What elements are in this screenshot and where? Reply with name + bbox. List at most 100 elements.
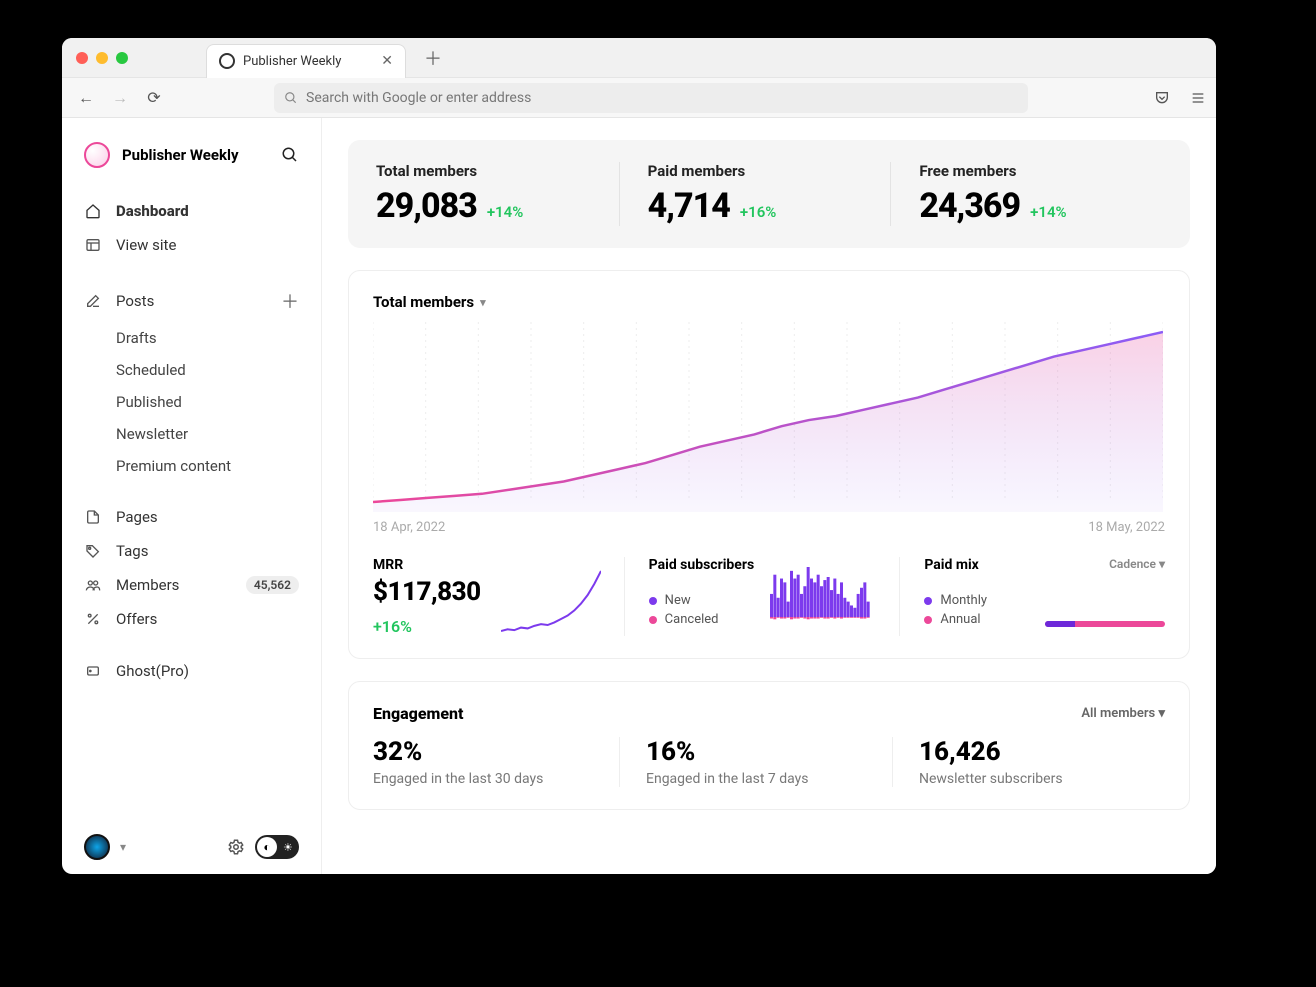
sidebar-item-label: Offers [116, 610, 157, 628]
page-icon [84, 509, 102, 525]
chevron-down-icon: ▾ [1159, 557, 1165, 571]
theme-toggle[interactable]: ◐ ☀ [255, 835, 299, 859]
back-icon[interactable]: ← [72, 88, 100, 108]
engagement-7d[interactable]: 16% Engaged in the last 7 days [619, 737, 892, 787]
close-window-icon[interactable] [76, 52, 88, 64]
chart-end-date: 18 May, 2022 [1088, 520, 1165, 535]
stat-value: 29,083 [376, 186, 477, 226]
stat-total-members[interactable]: Total members 29,083 +14% [376, 162, 619, 226]
sidebar-item-label: Premium content [116, 457, 231, 475]
engagement-label: Newsletter subscribers [919, 771, 1165, 787]
tab-favicon-icon [219, 53, 235, 69]
members-chart-card: Total members ▾ 18 Apr, 2022 18 May, 202… [348, 270, 1190, 659]
close-tab-icon[interactable]: ✕ [381, 53, 393, 69]
engagement-label: Engaged in the last 7 days [646, 771, 892, 787]
engagement-30d[interactable]: 32% Engaged in the last 30 days [373, 737, 619, 787]
mrr-label: MRR [373, 557, 481, 573]
engagement-label: Engaged in the last 30 days [373, 771, 619, 787]
stat-value: 24,369 [919, 186, 1020, 226]
edit-icon [84, 293, 102, 309]
sidebar-item-drafts[interactable]: Drafts [62, 322, 321, 354]
sidebar-item-offers[interactable]: Offers [62, 602, 321, 636]
paid-mix-card[interactable]: Paid mix Cadence ▾ Monthly Annual [899, 557, 1165, 636]
main-content: Total members 29,083 +14% Paid members 4… [322, 118, 1216, 874]
sidebar-item-pages[interactable]: Pages [62, 500, 321, 534]
server-icon [84, 663, 102, 679]
engagement-value: 16% [646, 737, 892, 767]
menu-icon[interactable] [1190, 90, 1206, 106]
mrr-card[interactable]: MRR $117,830 +16% [373, 557, 614, 636]
sidebar-item-label: Scheduled [116, 361, 186, 379]
tag-icon [84, 543, 102, 559]
engagement-card: Engagement All members ▾ 32% Engaged in … [348, 681, 1190, 810]
stats-cards: Total members 29,083 +14% Paid members 4… [348, 140, 1190, 248]
engagement-value: 32% [373, 737, 619, 767]
gear-icon[interactable] [227, 838, 245, 856]
avatar[interactable] [84, 834, 110, 860]
engagement-newsletter[interactable]: 16,426 Newsletter subscribers [892, 737, 1165, 787]
sidebar-item-newsletter[interactable]: Newsletter [62, 418, 321, 450]
maximize-window-icon[interactable] [116, 52, 128, 64]
engagement-title: Engagement [373, 704, 464, 723]
workspace-title[interactable]: Publisher Weekly [122, 146, 269, 164]
sidebar-item-ghost-pro[interactable]: Ghost(Pro) [62, 654, 321, 688]
mrr-sparkline [501, 566, 601, 636]
sidebar-item-label: Posts [116, 292, 154, 310]
sidebar-item-label: Ghost(Pro) [116, 662, 189, 680]
legend-dot-icon [924, 616, 932, 624]
stat-value: 4,714 [648, 186, 730, 226]
cadence-dropdown[interactable]: Cadence ▾ [1109, 557, 1165, 573]
paid-mix-label: Paid mix [924, 557, 978, 573]
search-icon[interactable] [281, 146, 299, 164]
sidebar-item-scheduled[interactable]: Scheduled [62, 354, 321, 386]
sidebar-item-tags[interactable]: Tags [62, 534, 321, 568]
chevron-down-icon[interactable]: ▾ [120, 840, 126, 854]
mrr-delta: +16% [373, 617, 481, 636]
sidebar-item-label: Dashboard [116, 202, 189, 220]
add-post-icon[interactable]: ＋ [281, 288, 299, 314]
paid-subscribers-card[interactable]: Paid subscribers New Canceled [624, 557, 890, 636]
sidebar-item-label: Newsletter [116, 425, 188, 443]
reload-icon[interactable]: ⟳ [140, 88, 168, 107]
window-controls [76, 52, 128, 64]
sidebar-item-dashboard[interactable]: Dashboard [62, 194, 321, 228]
engagement-value: 16,426 [919, 737, 1165, 767]
sidebar-item-premium[interactable]: Premium content [62, 450, 321, 482]
stat-free-members[interactable]: Free members 24,369 +14% [890, 162, 1162, 226]
legend-label: Canceled [665, 612, 719, 627]
legend-dot-icon [649, 597, 657, 605]
toggle-knob: ◐ [257, 837, 277, 857]
chevron-down-icon: ▾ [480, 296, 486, 309]
members-icon [84, 577, 102, 593]
sidebar-item-view-site[interactable]: View site [62, 228, 321, 262]
sidebar-item-members[interactable]: Members 45,562 [62, 568, 321, 602]
minimize-window-icon[interactable] [96, 52, 108, 64]
sidebar-item-label: Pages [116, 508, 158, 526]
sidebar-item-label: View site [116, 236, 176, 254]
titlebar: Publisher Weekly ✕ ＋ [62, 38, 1216, 78]
mrr-value: $117,830 [373, 577, 481, 607]
sidebar-item-published[interactable]: Published [62, 386, 321, 418]
sidebar-item-posts[interactable]: Posts ＋ [62, 280, 321, 322]
url-bar[interactable]: Search with Google or enter address [274, 83, 1028, 113]
forward-icon[interactable]: → [106, 88, 134, 108]
paid-subs-bars [770, 565, 870, 625]
search-icon [284, 91, 298, 105]
stat-label: Free members [919, 162, 1142, 180]
sidebar-item-label: Tags [116, 542, 148, 560]
sidebar: Publisher Weekly Dashboard View site [62, 118, 322, 874]
url-placeholder: Search with Google or enter address [306, 90, 531, 106]
new-tab-icon[interactable]: ＋ [424, 45, 442, 71]
chart-dropdown[interactable]: Total members ▾ [373, 293, 1165, 311]
members-count-badge: 45,562 [246, 576, 299, 594]
browser-window: Publisher Weekly ✕ ＋ ← → ⟳ Search with G… [62, 38, 1216, 874]
browser-toolbar: ← → ⟳ Search with Google or enter addres… [62, 78, 1216, 118]
stat-paid-members[interactable]: Paid members 4,714 +16% [619, 162, 891, 226]
paid-mix-bar [1045, 621, 1165, 627]
engagement-dropdown[interactable]: All members ▾ [1081, 706, 1165, 721]
chart-title: Total members [373, 293, 474, 311]
home-icon [84, 203, 102, 219]
browser-tab[interactable]: Publisher Weekly ✕ [206, 44, 406, 78]
stat-label: Paid members [648, 162, 871, 180]
pocket-icon[interactable] [1154, 90, 1170, 106]
